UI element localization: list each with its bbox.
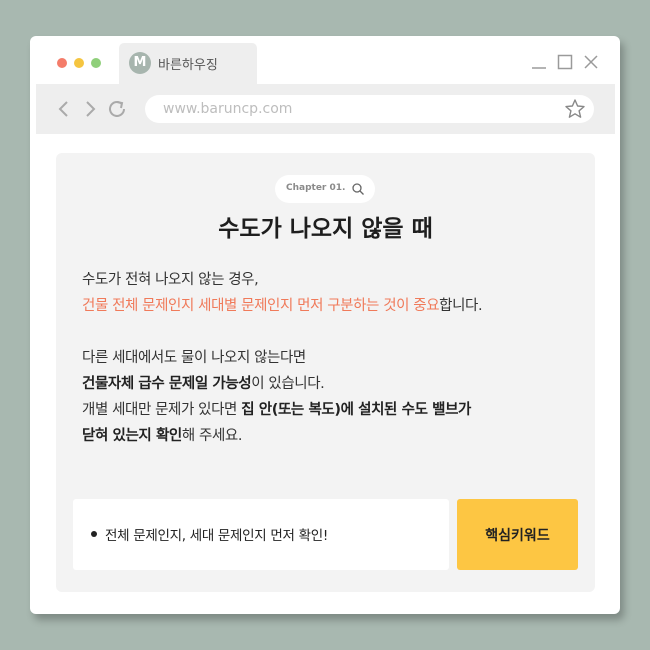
para1-line1: 수도가 전혀 나오지 않는 경우, xyxy=(82,272,259,288)
para2-line4-rest: 해 주세요. xyxy=(181,428,243,444)
para2-line3: 개별 세대만 문제가 있다면 집 안(또는 복도)에 설치된 수도 밸브가 xyxy=(82,397,582,423)
para2-line3-pre: 개별 세대만 문제가 있다면 xyxy=(82,402,242,418)
reload-icon[interactable] xyxy=(106,97,128,121)
para2-line1: 다른 세대에서도 물이 나오지 않는다면 xyxy=(82,350,306,366)
back-arrow-icon[interactable] xyxy=(53,97,75,121)
keyword-text: 전체 문제인지, 세대 문제인지 먼저 확인! xyxy=(105,528,328,544)
minimize-icon[interactable] xyxy=(529,52,549,72)
browser-toolbar: www.baruncp.com xyxy=(36,84,615,134)
maximize-icon[interactable] xyxy=(555,52,575,72)
zoom-dot-icon[interactable] xyxy=(91,58,101,68)
close-dot-icon[interactable] xyxy=(57,58,67,68)
para1-line2-rest: 합니다. xyxy=(439,298,483,314)
para1-line2: 건물 전체 문제인지 세대별 문제인지 먼저 구분하는 것이 중요합니다. xyxy=(82,293,582,319)
search-icon xyxy=(352,183,364,195)
chapter-badge: Chapter 01. xyxy=(275,175,375,203)
body-text: 수도가 전혀 나오지 않는 경우, 건물 전체 문제인지 세대별 문제인지 먼저… xyxy=(82,267,582,449)
close-icon[interactable] xyxy=(581,52,601,72)
para2-line4: 닫혀 있는지 확인해 주세요. xyxy=(82,423,582,449)
url-text: www.baruncp.com xyxy=(163,101,293,117)
bold-text: 닫혀 있는지 확인 xyxy=(82,428,182,444)
title-bar: M 바른하우징 xyxy=(30,36,620,84)
chapter-label: Chapter 01. xyxy=(286,183,346,193)
para2-line2: 건물자체 급수 문제일 가능성이 있습니다. xyxy=(82,371,582,397)
tab-title: 바른하우징 xyxy=(158,58,218,73)
content-card: Chapter 01. 수도가 나오지 않을 때 수도가 전혀 나오지 않는 경… xyxy=(56,153,595,592)
star-icon[interactable] xyxy=(564,98,586,120)
minimize-dot-icon[interactable] xyxy=(74,58,84,68)
browser-tab[interactable]: M 바른하우징 xyxy=(119,43,257,84)
site-favicon-icon: M xyxy=(129,52,151,74)
keyword-box: 전체 문제인지, 세대 문제인지 먼저 확인! xyxy=(73,499,449,570)
para2-line2-rest: 이 있습니다. xyxy=(251,376,325,392)
browser-window: M 바른하우징 www.baruncp.com Chapter 01. 수도가 … xyxy=(30,36,620,614)
highlight-text: 건물 전체 문제인지 세대별 문제인지 먼저 구분하는 것이 중요 xyxy=(82,298,440,314)
bold-text: 집 안(또는 복도)에 설치된 수도 밸브가 xyxy=(241,402,471,418)
keyword-tag: 핵심키워드 xyxy=(457,499,578,570)
bullet-icon xyxy=(91,531,97,537)
page-title: 수도가 나오지 않을 때 xyxy=(218,216,433,242)
forward-arrow-icon[interactable] xyxy=(79,97,101,121)
bold-text: 건물자체 급수 문제일 가능성 xyxy=(82,376,252,392)
address-bar[interactable]: www.baruncp.com xyxy=(145,95,594,123)
